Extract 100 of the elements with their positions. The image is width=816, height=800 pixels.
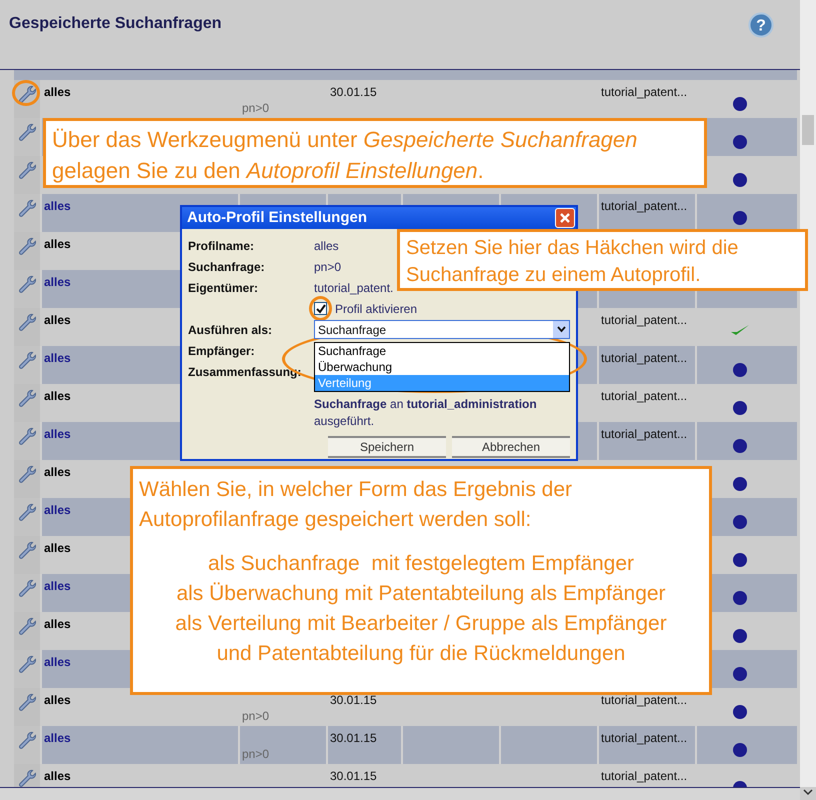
status-dot	[733, 173, 747, 187]
owner-text: tutorial_patent...	[601, 768, 688, 785]
owner-text: tutorial_patent...	[601, 426, 688, 443]
caret-icon	[556, 326, 566, 333]
field-label: Empfänger:	[188, 342, 256, 360]
profile-name[interactable]: alles	[44, 501, 71, 519]
date-text: 30.01.15	[330, 730, 377, 747]
profile-name[interactable]: alles	[44, 311, 71, 329]
owner-text: tutorial_patent...	[601, 692, 688, 709]
vertical-scrollbar[interactable]	[800, 0, 816, 787]
status-dot	[733, 135, 747, 149]
status-dot	[733, 743, 747, 757]
status-dot	[733, 629, 747, 643]
wrench-icon	[17, 274, 37, 294]
close-icon	[559, 212, 571, 224]
owner-text: tutorial_patent...	[601, 84, 688, 101]
dropdown-option[interactable]: Überwachung	[315, 359, 569, 375]
close-button[interactable]	[555, 208, 575, 228]
status-dot	[733, 363, 747, 377]
profile-name[interactable]: alles	[44, 615, 71, 633]
wrench-icon	[17, 502, 37, 522]
wrench-icon	[17, 312, 37, 332]
profile-name[interactable]: alles	[44, 425, 71, 443]
callout-text: Über das Werkzeugmenü unter Gespeicherte Suchanfragen gelagen Sie zu den Autoprofil Einstellungen.	[52, 126, 638, 185]
date-text: 30.01.15	[330, 768, 377, 785]
profile-name[interactable]: alles	[44, 83, 71, 101]
callout-line: und Patentabteilung für die Rückmeldungen	[216, 641, 626, 667]
callout-text: Setzen Sie hier das Häkchen wird die Suchanfrage zu einem Autoprofil.	[406, 236, 740, 288]
status-dot	[733, 705, 747, 719]
owner-text: tutorial_patent...	[601, 388, 688, 405]
status-dot	[733, 553, 747, 567]
wrench-icon	[17, 388, 37, 408]
query-text: pn>0	[242, 746, 270, 763]
profile-name[interactable]: alles	[44, 235, 71, 253]
profile-name[interactable]: alles	[44, 197, 71, 215]
dropdown-option[interactable]: Suchanfrage	[315, 343, 569, 359]
wrench-icon	[17, 768, 37, 787]
wrench-icon	[17, 730, 37, 750]
profile-name[interactable]: alles	[44, 539, 71, 557]
profile-name[interactable]: alles	[44, 729, 71, 747]
date-text: 30.01.15	[330, 692, 377, 709]
status-dot	[733, 401, 747, 415]
dialog-button[interactable]: Abbrechen	[452, 436, 570, 458]
status-dot	[733, 515, 747, 529]
status-dot	[733, 477, 747, 491]
profile-name[interactable]: alles	[44, 349, 71, 367]
wrench-icon	[17, 236, 37, 256]
status-dot	[733, 591, 747, 605]
chevron-down-icon[interactable]	[803, 788, 813, 796]
checkbox-label: Profil aktivieren	[335, 300, 418, 318]
profile-name[interactable]: alles	[44, 273, 71, 291]
status-dot	[733, 667, 747, 681]
field-value: tutorial_patent.	[314, 280, 394, 296]
wrench-icon	[17, 464, 37, 484]
callout-line: als Verteilung mit Bearbeiter / Gruppe als Empfänger	[174, 611, 668, 637]
wrench-icon	[17, 350, 37, 370]
field-label: Ausführen als:	[188, 322, 274, 338]
query-text: pn>0	[242, 708, 270, 725]
help-icon[interactable]: ?	[748, 12, 774, 38]
wrench-icon	[17, 616, 37, 636]
profile-name[interactable]: alles	[44, 463, 71, 481]
owner-text: tutorial_patent...	[601, 350, 688, 367]
dialog-title: Auto-Profil Einstellungen	[187, 208, 367, 228]
wrench-icon	[17, 160, 37, 180]
wrench-icon	[17, 198, 37, 218]
field-value: alles	[314, 238, 339, 254]
owner-text: tutorial_patent...	[601, 730, 688, 747]
callout-line: als Überwachung mit Patentabteilung als Empfänger	[175, 581, 667, 607]
horizontal-scrollbar[interactable]	[0, 787, 800, 800]
query-text: pn>0	[242, 100, 270, 117]
profile-name[interactable]: alles	[44, 387, 71, 405]
field-label: Suchanfrage:	[188, 258, 266, 276]
wrench-icon	[17, 654, 37, 674]
profile-name[interactable]: alles	[44, 577, 71, 595]
scrollbar-thumb[interactable]	[802, 115, 814, 145]
callout-line: als Suchanfrage mit festgelegtem Empfänger	[206, 551, 636, 577]
callout-text: Wählen Sie, in welcher Form das Ergebnis der Autoprofilanfrage gespeichert werden soll:	[139, 477, 574, 533]
profile-name[interactable]: alles	[44, 767, 71, 785]
field-value: pn>0	[314, 258, 342, 276]
status-dot	[733, 211, 747, 225]
page-title: Gespeicherte Suchanfragen	[9, 14, 222, 34]
field-label: Eigentümer:	[188, 280, 260, 296]
status-dot	[733, 97, 747, 111]
field-label: Profilname:	[188, 238, 256, 254]
activate-checkbox[interactable]	[314, 302, 327, 315]
wrench-icon	[17, 84, 37, 104]
profile-name[interactable]: alles	[44, 691, 71, 709]
wrench-icon	[17, 122, 37, 142]
dialog-button[interactable]: Speichern	[328, 436, 446, 458]
wrench-icon	[17, 578, 37, 598]
owner-text: tutorial_patent...	[601, 312, 688, 329]
run-as-dropdown[interactable]: Suchanfrage	[314, 320, 570, 339]
date-text: 30.01.15	[330, 84, 377, 101]
status-dot	[733, 439, 747, 453]
profile-name[interactable]: alles	[44, 653, 71, 671]
wrench-icon	[17, 426, 37, 446]
wrench-button[interactable]	[14, 80, 40, 118]
wrench-icon	[17, 692, 37, 712]
summary-text: Suchanfrage an tutorial_administration ausgeführt.	[314, 396, 538, 430]
checkmark-icon	[316, 304, 326, 314]
